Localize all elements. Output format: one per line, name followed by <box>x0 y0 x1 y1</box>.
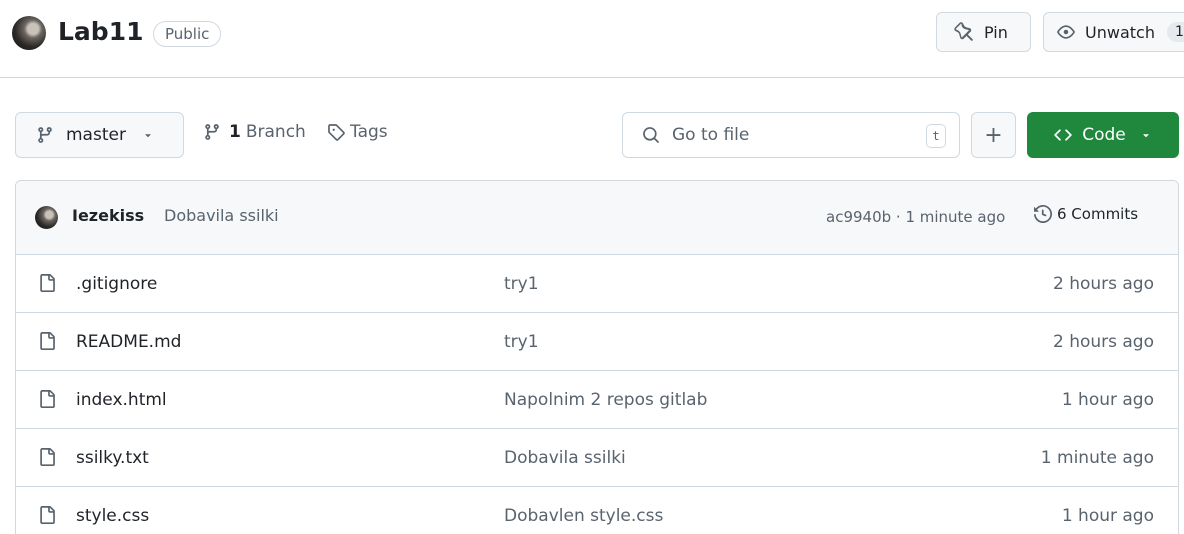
branch-word: Branch <box>245 122 306 142</box>
file-icon <box>40 506 55 524</box>
code-button[interactable]: Code <box>1027 112 1179 158</box>
tags-label: Tags <box>350 122 388 142</box>
file-commit-link[interactable]: Dobavlen style.css <box>504 506 663 526</box>
branches-link[interactable]: 1 Branch <box>203 122 306 142</box>
file-icon <box>40 274 55 292</box>
file-name-link[interactable]: README.md <box>76 332 181 352</box>
repo-header: Lab11 Public Pin Unwatch 1 <box>0 0 1184 78</box>
file-name-link[interactable]: style.css <box>76 506 149 526</box>
code-label: Code <box>1082 125 1126 145</box>
file-commit-link[interactable]: try1 <box>504 274 539 294</box>
file-icon <box>40 332 55 350</box>
commit-author-link[interactable]: Iezekiss <box>72 206 144 225</box>
file-row[interactable]: style.css Dobavlen style.css 1 hour ago <box>16 487 1178 534</box>
author-avatar[interactable] <box>35 206 58 229</box>
go-to-file-input[interactable]: Go to file t <box>622 112 960 158</box>
search-icon <box>643 127 659 143</box>
pin-label: Pin <box>984 22 1008 42</box>
unwatch-label: Unwatch <box>1085 22 1155 42</box>
file-name-link[interactable]: index.html <box>76 390 167 410</box>
file-commit-link[interactable]: try1 <box>504 332 539 352</box>
file-name-link[interactable]: ssilky.txt <box>76 448 149 468</box>
file-row[interactable]: index.html Napolnim 2 repos gitlab 1 hou… <box>16 371 1178 429</box>
pin-button[interactable]: Pin <box>936 12 1031 52</box>
file-updated-time: 2 hours ago <box>1052 274 1154 294</box>
file-row[interactable]: .gitignore try1 2 hours ago <box>16 255 1178 313</box>
unwatch-button[interactable]: Unwatch 1 <box>1043 12 1184 52</box>
branch-name: master <box>66 125 126 145</box>
file-commit-link[interactable]: Napolnim 2 repos gitlab <box>504 390 707 410</box>
repo-name-link[interactable]: Lab11 <box>58 14 144 50</box>
file-updated-time: 1 hour ago <box>1061 390 1154 410</box>
tag-icon <box>328 124 345 141</box>
file-commit-link[interactable]: Dobavila ssilki <box>504 448 626 468</box>
visibility-badge: Public <box>153 21 222 47</box>
owner-avatar[interactable] <box>12 16 46 50</box>
file-row[interactable]: README.md try1 2 hours ago <box>16 313 1178 371</box>
file-icon <box>40 448 55 466</box>
commit-meta[interactable]: ac9940b · 1 minute ago <box>826 208 1005 226</box>
file-updated-time: 2 hours ago <box>1052 332 1154 352</box>
caret-down-icon <box>1143 134 1149 138</box>
commit-message-link[interactable]: Dobavila ssilki <box>164 206 279 225</box>
eye-icon <box>1057 25 1075 39</box>
file-name-link[interactable]: .gitignore <box>76 274 157 294</box>
code-icon <box>1054 129 1072 141</box>
history-icon <box>1034 205 1052 223</box>
latest-commit-bar: Iezekiss Dobavila ssilki ac9940b · 1 min… <box>16 181 1178 255</box>
file-listing: Iezekiss Dobavila ssilki ac9940b · 1 min… <box>15 180 1179 534</box>
go-to-file-placeholder: Go to file <box>672 125 750 145</box>
file-updated-time: 1 minute ago <box>1040 448 1154 468</box>
file-icon <box>40 390 55 408</box>
file-row[interactable]: ssilky.txt Dobavila ssilki 1 minute ago <box>16 429 1178 487</box>
branch-icon <box>205 124 219 140</box>
pin-icon <box>954 22 973 41</box>
branch-icon <box>38 127 52 143</box>
plus-icon: + <box>984 122 1003 148</box>
commits-history-link[interactable]: 6 Commits <box>1034 205 1138 223</box>
tags-link[interactable]: Tags <box>327 122 388 142</box>
file-updated-time: 1 hour ago <box>1061 506 1154 526</box>
repo-toolbar: master 1 Branch Tags Go to file t + Code <box>0 112 1184 158</box>
commits-count: 6 Commits <box>1057 205 1139 223</box>
keyboard-shortcut-hint: t <box>926 124 946 148</box>
watch-count: 1 <box>1166 22 1184 42</box>
caret-down-icon <box>145 134 151 138</box>
add-file-button[interactable]: + <box>971 112 1016 158</box>
branch-select-button[interactable]: master <box>15 112 184 158</box>
branch-count: 1 <box>229 122 241 142</box>
